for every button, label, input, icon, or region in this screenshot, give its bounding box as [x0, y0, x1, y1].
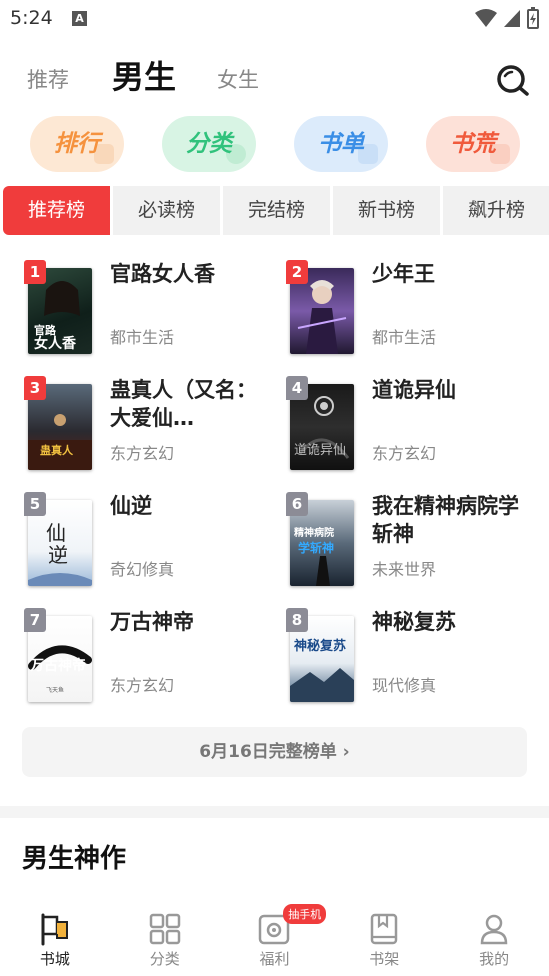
nav-welfare-label: 福利	[259, 950, 290, 968]
rank-tab-rising[interactable]: 飙升榜	[443, 186, 549, 235]
nav-mine[interactable]: 我的	[439, 900, 549, 976]
flag-icon	[41, 913, 68, 946]
wifi-icon	[475, 9, 497, 27]
rank-badge: 3	[24, 376, 46, 400]
svg-text:飞天鱼: 飞天鱼	[46, 686, 64, 694]
category-booklist-button[interactable]: 书单	[294, 116, 388, 172]
notification-icon: A	[72, 11, 87, 26]
svg-text:学斩神: 学斩神	[298, 540, 334, 555]
svg-text:万古神帝: 万古神帝	[29, 657, 86, 674]
tab-male[interactable]: 男生	[112, 52, 176, 98]
svg-text:道诡异仙: 道诡异仙	[294, 443, 346, 458]
nav-welfare[interactable]: 抽手机 福利	[220, 900, 330, 976]
book-genre: 未来世界	[372, 560, 437, 579]
battery-icon	[527, 7, 539, 29]
book-item[interactable]: 官路 女人香 1 官路女人香 都市生活	[22, 260, 272, 356]
book-genre: 东方玄幻	[110, 676, 175, 695]
svg-text:精神病院: 精神病院	[294, 526, 334, 539]
book-item[interactable]: 2 少年王 都市生活	[284, 260, 534, 356]
welfare-badge: 抽手机	[283, 904, 327, 924]
rank-badge: 5	[24, 492, 46, 516]
bottom-nav: 书城 分类 抽手机 福利 书架 我的	[0, 900, 549, 976]
book-genre: 奇幻修真	[110, 560, 175, 579]
book-item[interactable]: 神秘复苏 8 神秘复苏 现代修真	[284, 608, 534, 704]
rank-badge: 2	[286, 260, 308, 284]
rank-tab-completed[interactable]: 完结榜	[223, 186, 330, 235]
book-title: 神秘复苏	[372, 610, 456, 634]
book-title: 蛊真人（又名：大爱仙…	[110, 378, 257, 430]
tab-recommend[interactable]: 推荐	[27, 64, 69, 94]
category-booklist-label: 书单	[318, 131, 364, 157]
book-title: 仙逆	[110, 494, 152, 518]
category-genre-button[interactable]: 分类	[162, 116, 256, 172]
section-divider	[0, 806, 549, 818]
book-genre: 都市生活	[372, 328, 437, 347]
book-title: 官路女人香	[110, 262, 215, 286]
book-item[interactable]: 精神病院 学斩神 6 我在精神病院学斩神 未来世界	[284, 492, 534, 588]
section-title: 男生神作	[22, 844, 127, 874]
rank-tab-recommend[interactable]: 推荐榜	[3, 186, 110, 235]
status-icons	[475, 7, 539, 29]
category-bookfamine-button[interactable]: 书荒	[426, 116, 520, 172]
category-bookfamine-label: 书荒	[450, 131, 496, 157]
book-item[interactable]: 蛊真人 3 蛊真人（又名：大爱仙… 东方玄幻	[22, 376, 272, 472]
book-genre: 东方玄幻	[372, 444, 437, 463]
book-title: 万古神帝	[110, 610, 194, 634]
svg-text:逆: 逆	[48, 543, 68, 567]
user-icon	[480, 914, 508, 945]
rank-badge: 1	[24, 260, 46, 284]
rank-badge: 7	[24, 608, 46, 632]
category-rank-button[interactable]: 排行	[30, 116, 124, 172]
top-tabs: 推荐 男生 女生	[0, 52, 549, 104]
nav-bookshelf-label: 书架	[369, 950, 400, 968]
book-genre: 东方玄幻	[110, 444, 175, 463]
svg-text:神秘复苏: 神秘复苏	[294, 638, 346, 654]
status-time: 5:24	[10, 7, 53, 29]
book-genre: 都市生活	[110, 328, 175, 347]
search-icon[interactable]	[495, 62, 531, 98]
category-genre-label: 分类	[186, 131, 232, 157]
nav-bookstore-label: 书城	[39, 950, 70, 968]
status-bar: 5:24 A	[0, 0, 549, 38]
svg-text:蛊真人: 蛊真人	[40, 443, 74, 457]
rank-tab-new[interactable]: 新书榜	[333, 186, 440, 235]
svg-text:官路: 官路	[34, 323, 57, 337]
full-ranking-button[interactable]: 6月16日完整榜单 ›	[22, 727, 527, 777]
book-item[interactable]: 道诡异仙 4 道诡异仙 东方玄幻	[284, 376, 534, 472]
rank-badge: 8	[286, 608, 308, 632]
category-rank-label: 排行	[54, 131, 100, 157]
nav-mine-label: 我的	[479, 950, 510, 968]
book-title: 少年王	[372, 262, 435, 286]
nav-category-label: 分类	[149, 950, 180, 968]
bookshelf-icon	[371, 913, 398, 945]
svg-text:女人香: 女人香	[34, 335, 77, 352]
rank-badge: 4	[286, 376, 308, 400]
nav-category[interactable]: 分类	[110, 900, 220, 976]
rank-tab-mustread[interactable]: 必读榜	[113, 186, 220, 235]
tab-female[interactable]: 女生	[217, 64, 259, 94]
book-title: 道诡异仙	[372, 378, 456, 402]
rank-tabs: 推荐榜 必读榜 完结榜 新书榜 飙升榜	[3, 186, 549, 235]
book-item[interactable]: 仙逆 5 仙逆 奇幻修真	[22, 492, 272, 588]
book-item[interactable]: 万古神帝飞天鱼 7 万古神帝 东方玄幻	[22, 608, 272, 704]
svg-text:仙: 仙	[46, 521, 66, 545]
signal-icon	[504, 10, 520, 27]
nav-bookshelf[interactable]: 书架	[329, 900, 439, 976]
book-genre: 现代修真	[372, 676, 437, 695]
book-title: 我在精神病院学斩神	[372, 494, 519, 546]
nav-bookstore[interactable]: 书城	[0, 900, 110, 976]
grid-icon	[149, 913, 180, 945]
rank-badge: 6	[286, 492, 308, 516]
